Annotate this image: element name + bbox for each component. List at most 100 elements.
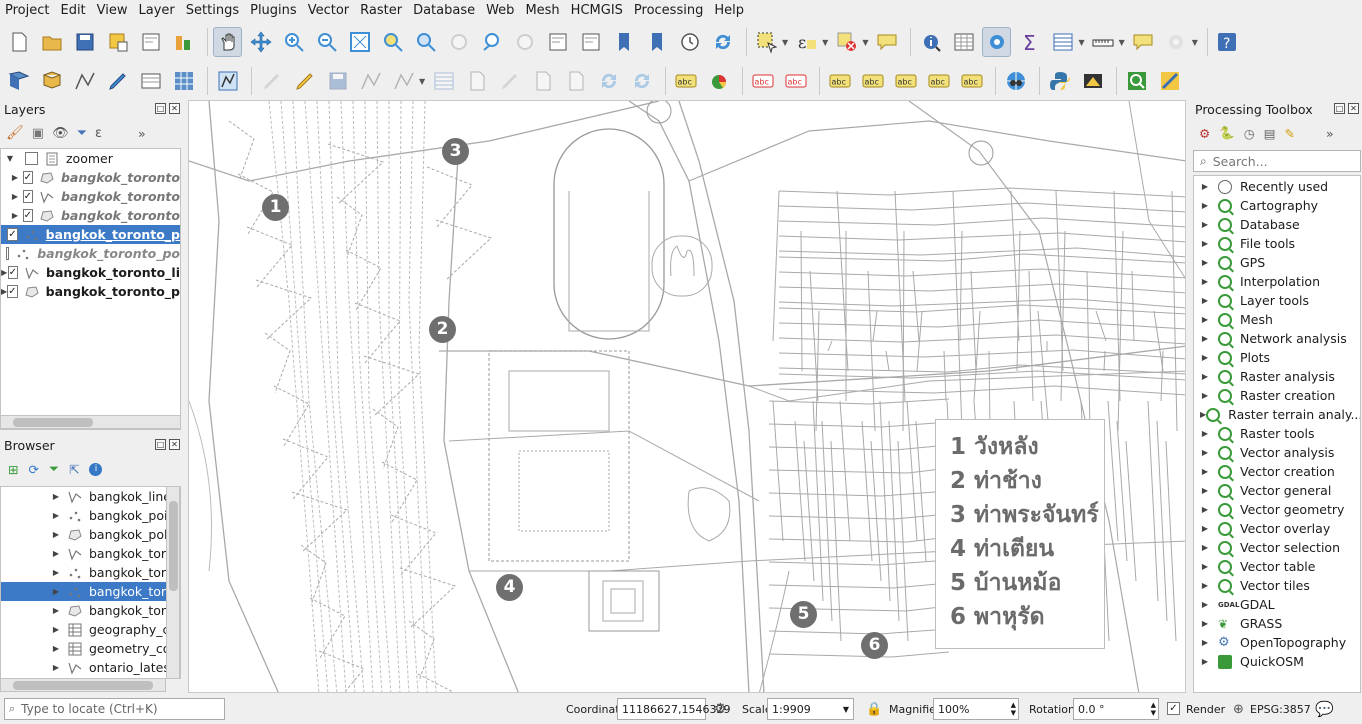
close-icon[interactable]: ✕ [1348,103,1359,114]
new-project-icon[interactable] [4,27,33,57]
zoom-native-icon[interactable] [444,27,473,57]
save-as-icon[interactable] [103,27,132,57]
coordinate-toggle-icon[interactable]: ⚙ [714,701,727,717]
close-icon[interactable]: ✕ [169,439,180,450]
zoom-selection-icon[interactable] [378,27,407,57]
browser-item[interactable]: ▶ geography_co [1,620,180,639]
menu-web[interactable]: Web [481,0,519,22]
float-icon[interactable]: □ [1334,103,1345,114]
label-properties-icon[interactable]: abc [957,66,986,96]
processing-provider-item[interactable]: ▶ Vector tiles [1194,576,1360,595]
change-label-icon[interactable]: abc [924,66,953,96]
locate-input[interactable]: ⌕ Type to locate (Ctrl+K) [4,698,225,720]
chevron-right-icon[interactable]: ▶ [1200,258,1210,267]
layer-item[interactable]: ▶ ✓ bangkok_toronto_p [1,282,180,301]
select-features-icon[interactable] [752,27,781,57]
browser-item[interactable]: ▶ bangkok_toro [1,582,180,601]
map-marker-6[interactable]: 6 [861,632,888,659]
chevron-right-icon[interactable]: ▶ [51,492,61,501]
add-postgis-icon[interactable] [4,66,33,96]
processing-provider-item[interactable]: ▶ Interpolation [1194,272,1360,291]
crs-button[interactable]: EPSG:3857 [1250,703,1311,716]
messages-icon[interactable]: 💬 [1315,700,1334,718]
chevron-right-icon[interactable]: ▶ [51,568,61,577]
menu-help[interactable]: Help [709,0,749,22]
select-by-expression-icon[interactable]: ε [792,27,821,57]
refresh-icon[interactable]: ⟳ [28,462,38,477]
chevron-right-icon[interactable]: ▶ [1200,638,1210,647]
processing-provider-item[interactable]: ▶ Database [1194,215,1360,234]
chevron-down-icon[interactable]: ▼ [822,38,828,47]
eye-icon[interactable]: 👁 [52,126,69,141]
style-manager-icon[interactable]: 🖌 [6,125,24,141]
layer-visibility-checkbox[interactable]: ✓ [22,190,33,203]
zoom-layer-icon[interactable] [411,27,440,57]
show-bookmarks-icon[interactable] [642,27,671,57]
chevron-right-icon[interactable]: ▶ [51,644,61,653]
chevron-right-icon[interactable]: ▶ [1200,372,1210,381]
processing-provider-item[interactable]: ▶ ❦ GRASS [1194,614,1360,633]
chevron-right-icon[interactable]: ▶ [51,625,61,634]
chevron-down-icon[interactable]: ▼ [1119,38,1125,47]
modify-attributes-icon[interactable] [429,66,458,96]
deselect-icon[interactable] [832,27,861,57]
info-icon[interactable]: i [89,462,103,476]
lock-icon[interactable]: 🔒 [866,702,882,717]
toggle-editing-icon[interactable] [290,66,319,96]
current-edits-icon[interactable] [257,66,286,96]
chevron-right-icon[interactable]: ▶ [12,173,18,182]
processing-provider-item[interactable]: ▶ Vector table [1194,557,1360,576]
diagram-icon[interactable] [704,66,733,96]
map-marker-2[interactable]: 2 [429,316,456,343]
processing-provider-item[interactable]: ▶ Recently used [1194,177,1360,196]
menu-database[interactable]: Database [408,0,480,22]
layers-h-scrollbar[interactable] [0,415,181,429]
models-icon[interactable]: ⚙ [1199,126,1210,141]
save-edits-icon[interactable] [323,66,352,96]
add-feature-icon[interactable] [356,66,385,96]
undo-icon[interactable] [594,66,623,96]
chevron-right-icon[interactable]: ▶ [1,268,7,277]
processing-provider-item[interactable]: ▶ GDAL GDAL [1194,595,1360,614]
chevron-right-icon[interactable]: » [138,126,146,141]
new-map-view-icon[interactable] [543,27,572,57]
open-field-calculator-icon[interactable] [1048,27,1077,57]
chevron-right-icon[interactable]: ▶ [1200,182,1210,191]
filter-icon[interactable]: ⏷ [77,126,87,141]
rotate-label-icon[interactable]: abc [891,66,920,96]
python-console-icon[interactable] [1045,66,1074,96]
add-layer-icon[interactable]: ⊞ [8,462,18,477]
layer-visibility-checkbox[interactable]: ✓ [7,285,18,298]
map-marker-1[interactable]: 1 [262,194,289,221]
browser-item[interactable]: ▶ bangkok_lines [1,487,180,506]
chevron-right-icon[interactable]: ▶ [51,587,61,596]
redo-icon[interactable] [627,66,656,96]
save-project-icon[interactable] [70,27,99,57]
processing-search-input[interactable]: ⌕ Search... [1193,150,1361,172]
edit-icon[interactable]: ✎ [1285,126,1295,141]
attribute-table-icon[interactable] [949,27,978,57]
layer-visibility-checkbox[interactable]: ✓ [22,209,33,222]
results-icon[interactable]: ▤ [1264,126,1276,141]
chevron-right-icon[interactable]: ▶ [1200,581,1210,590]
chevron-right-icon[interactable]: ▶ [1200,334,1210,343]
chevron-right-icon[interactable]: ▶ [1200,562,1210,571]
menu-project[interactable]: Project [0,0,54,22]
chevron-right-icon[interactable]: ▶ [1200,505,1210,514]
delete-icon[interactable] [462,66,491,96]
chevron-down-icon[interactable]: ▼ [1078,38,1084,47]
vector-tile-icon[interactable] [213,66,242,96]
label-icon[interactable]: abc [671,66,700,96]
copy-icon[interactable] [528,66,557,96]
add-spatialite-icon[interactable] [37,66,66,96]
layer-item[interactable]: ✓ bangkok_toronto_p [1,225,180,244]
zoom-full-icon[interactable] [345,27,374,57]
chevron-down-icon[interactable]: ▼ [419,77,425,86]
processing-provider-item[interactable]: ▶ Vector overlay [1194,519,1360,538]
browser-item[interactable]: ▶ ontario_latest [1,658,180,677]
processing-provider-item[interactable]: ▶ Vector analysis [1194,443,1360,462]
chevron-right-icon[interactable]: ▶ [51,549,61,558]
processing-provider-item[interactable]: ▶ Raster analysis [1194,367,1360,386]
menu-vector[interactable]: Vector [303,0,354,22]
digitize-icon[interactable] [103,66,132,96]
